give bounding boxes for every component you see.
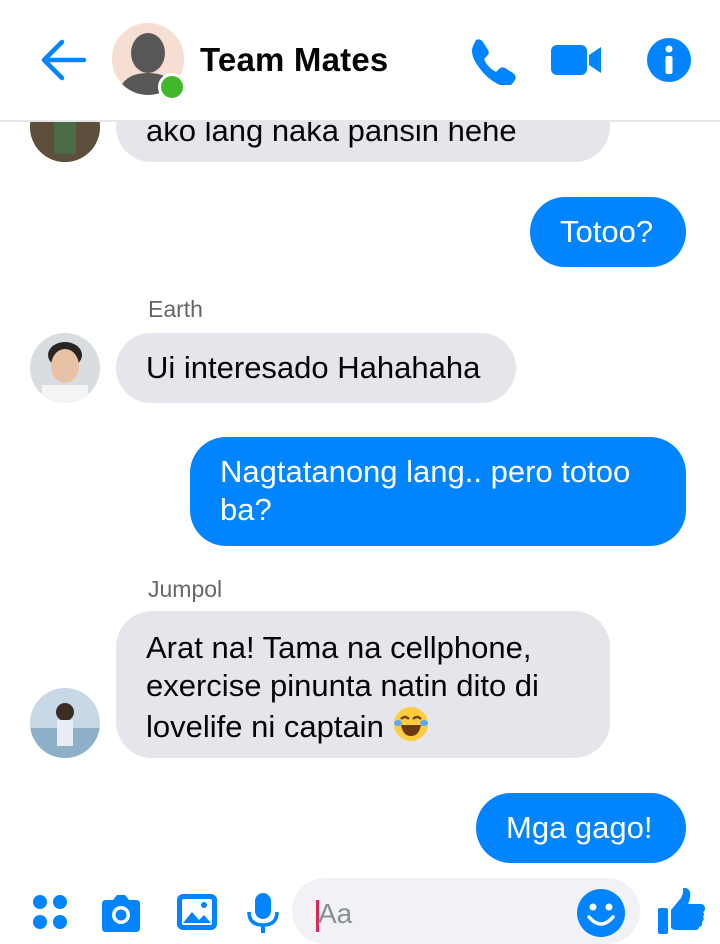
message-text: Arat na! Tama na cellphone, exercise pin… bbox=[146, 630, 539, 744]
message-text: Nagtatanong lang.. pero totoo ba? bbox=[220, 454, 631, 527]
chat-header: Team Mates bbox=[0, 0, 720, 122]
outgoing-message[interactable]: Nagtatanong lang.. pero totoo ba? bbox=[190, 437, 686, 546]
chat-title[interactable]: Team Mates bbox=[200, 41, 388, 79]
phone-icon[interactable] bbox=[466, 35, 516, 87]
microphone-icon[interactable] bbox=[240, 890, 286, 936]
input-placeholder: Aa bbox=[318, 898, 353, 929]
sender-name: Earth bbox=[148, 296, 203, 322]
message-text: Ui interesado Hahahaha bbox=[146, 350, 481, 385]
online-status-badge bbox=[158, 73, 186, 101]
outgoing-message[interactable]: Totoo? bbox=[530, 197, 686, 267]
joy-emoji-icon bbox=[392, 705, 430, 743]
sender-name: Jumpol bbox=[148, 576, 223, 602]
back-arrow-icon[interactable] bbox=[38, 38, 88, 82]
video-camera-icon[interactable] bbox=[549, 35, 603, 85]
avatar-jumpol[interactable] bbox=[30, 688, 100, 758]
outgoing-message[interactable]: Mga gago! bbox=[476, 793, 686, 863]
avatar-earth[interactable] bbox=[30, 333, 100, 403]
conversation[interactable]: ako lang naka pansin hehe Totoo? Earth U… bbox=[0, 0, 720, 870]
camera-icon[interactable] bbox=[98, 890, 144, 936]
info-icon[interactable] bbox=[644, 35, 694, 85]
message-text: Totoo? bbox=[560, 214, 654, 249]
gallery-icon[interactable] bbox=[174, 890, 220, 936]
message-composer: Aa bbox=[0, 870, 720, 944]
thumbs-up-icon[interactable] bbox=[656, 886, 705, 934]
message-input[interactable]: Aa bbox=[292, 878, 640, 944]
message-text: Mga gago! bbox=[506, 810, 653, 845]
apps-grid-icon[interactable] bbox=[30, 892, 76, 938]
incoming-message[interactable]: Ui interesado Hahahaha bbox=[116, 333, 516, 403]
emoji-icon[interactable] bbox=[576, 888, 626, 938]
incoming-message[interactable]: Arat na! Tama na cellphone, exercise pin… bbox=[116, 611, 610, 758]
